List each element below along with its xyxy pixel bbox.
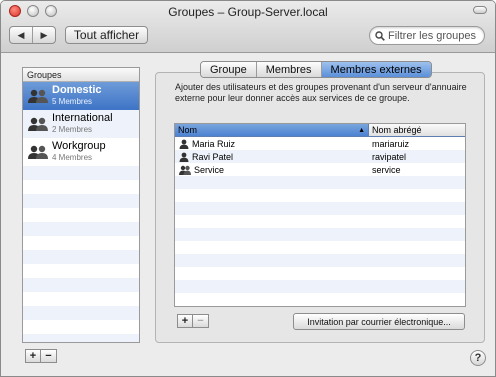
member-add-remove: + −: [177, 314, 209, 328]
group-member-count: 4 Membres: [52, 153, 93, 162]
empty-row: [23, 278, 139, 292]
add-group-button[interactable]: +: [25, 349, 41, 363]
window-title: Groupes – Group-Server.local: [168, 5, 328, 19]
group-name: International: [52, 112, 113, 124]
empty-row: [175, 189, 465, 202]
member-short-name: service: [372, 164, 401, 175]
remove-member-button[interactable]: −: [193, 314, 209, 328]
empty-row: [175, 267, 465, 280]
sort-ascending-icon: ▲: [358, 126, 365, 134]
empty-row: [23, 236, 139, 250]
group-item[interactable]: Domestic 5 Membres: [23, 82, 139, 110]
person-icon: [179, 152, 189, 162]
member-name-cell: Service: [175, 165, 369, 175]
empty-row: [175, 254, 465, 267]
table-row[interactable]: Service service: [175, 163, 465, 176]
member-name: Maria Ruiz: [192, 138, 236, 149]
member-name-cell: Maria Ruiz: [175, 139, 369, 149]
add-member-button[interactable]: +: [177, 314, 193, 328]
tab-bar: Groupe Membres Membres externes: [200, 61, 432, 78]
table-row[interactable]: Maria Ruiz mariaruiz: [175, 137, 465, 150]
column-header-short-name[interactable]: Nom abrégé: [369, 124, 465, 136]
group-icon: [179, 165, 191, 175]
empty-row: [175, 241, 465, 254]
empty-row: [175, 215, 465, 228]
search-icon: [375, 30, 385, 41]
empty-row: [23, 334, 139, 342]
tab-groupe[interactable]: Groupe: [201, 62, 256, 77]
table-header: Nom ▲ Nom abrégé: [175, 124, 465, 137]
empty-row: [23, 222, 139, 236]
member-short-name: mariaruiz: [372, 138, 410, 149]
empty-row: [175, 293, 465, 306]
show-all-button[interactable]: Tout afficher: [65, 26, 148, 44]
group-member-count: 2 Membres: [52, 125, 93, 134]
members-table[interactable]: Nom ▲ Nom abrégé Maria Ruiz mariaruiz Ravi …: [174, 123, 466, 307]
empty-row: [23, 320, 139, 334]
empty-row: [175, 280, 465, 293]
tab-membres[interactable]: Membres: [255, 62, 321, 77]
empty-row: [23, 194, 139, 208]
toolbar-toggle-button[interactable]: [473, 6, 487, 14]
group-add-remove: + −: [25, 349, 57, 363]
member-name: Ravi Patel: [192, 151, 234, 162]
member-short-name: ravipatel: [372, 151, 407, 162]
group-name: Domestic: [52, 84, 102, 96]
description-text: Ajouter des utilisateurs et des groupes …: [175, 82, 467, 103]
remove-group-button[interactable]: −: [41, 349, 57, 363]
group-item[interactable]: Workgroup 4 Membres: [23, 138, 139, 166]
empty-row: [23, 292, 139, 306]
group-icon: [28, 89, 48, 103]
empty-row: [23, 208, 139, 222]
group-list-header: Groupes: [23, 68, 139, 82]
empty-row: [175, 228, 465, 241]
invite-by-email-button[interactable]: Invitation par courrier électronique...: [293, 313, 465, 330]
help-button[interactable]: ?: [470, 350, 486, 366]
window: Groupes – Group-Server.local ◀ ▶ Tout af…: [0, 0, 496, 377]
group-item[interactable]: International 2 Membres: [23, 110, 139, 138]
title-bar: Groupes – Group-Server.local ◀ ▶ Tout af…: [1, 1, 495, 53]
forward-button[interactable]: ▶: [33, 27, 55, 43]
search-field[interactable]: [369, 26, 485, 45]
member-name: Service: [194, 164, 225, 175]
group-member-count: 5 Membres: [52, 97, 93, 106]
empty-row: [23, 306, 139, 320]
empty-row: [175, 202, 465, 215]
group-icon: [28, 117, 48, 131]
empty-row: [23, 180, 139, 194]
empty-row: [23, 166, 139, 180]
person-icon: [179, 139, 189, 149]
back-forward-control: ◀ ▶: [9, 26, 56, 44]
search-input[interactable]: [388, 29, 484, 42]
empty-row: [23, 250, 139, 264]
empty-row: [23, 264, 139, 278]
member-name-cell: Ravi Patel: [175, 152, 369, 162]
group-icon: [28, 145, 48, 159]
tab-membres-externes[interactable]: Membres externes: [320, 62, 431, 77]
empty-row: [175, 176, 465, 189]
back-button[interactable]: ◀: [10, 27, 33, 43]
group-name: Workgroup: [52, 140, 106, 152]
group-list[interactable]: Groupes Domestic 5 Membres International 2 …: [22, 67, 140, 343]
column-header-name[interactable]: Nom ▲: [175, 124, 369, 136]
table-row[interactable]: Ravi Patel ravipatel: [175, 150, 465, 163]
